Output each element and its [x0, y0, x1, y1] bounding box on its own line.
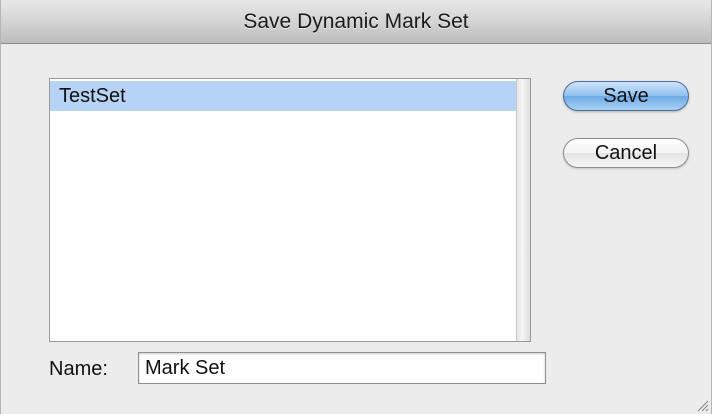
name-input[interactable]	[138, 352, 546, 384]
cancel-button[interactable]: Cancel	[563, 138, 689, 168]
name-label: Name:	[49, 358, 108, 380]
title-bar[interactable]: Save Dynamic Mark Set	[1, 0, 711, 44]
save-button[interactable]: Save	[563, 81, 689, 111]
list-scrollbar[interactable]	[516, 79, 530, 341]
mark-set-list[interactable]: TestSet	[49, 78, 531, 342]
window-title: Save Dynamic Mark Set	[243, 10, 469, 33]
list-item-testset[interactable]: TestSet	[50, 81, 516, 111]
save-dynamic-mark-set-dialog: Save Dynamic Mark Set TestSet Save Cance…	[0, 0, 712, 414]
resize-grip-icon[interactable]	[695, 398, 709, 412]
